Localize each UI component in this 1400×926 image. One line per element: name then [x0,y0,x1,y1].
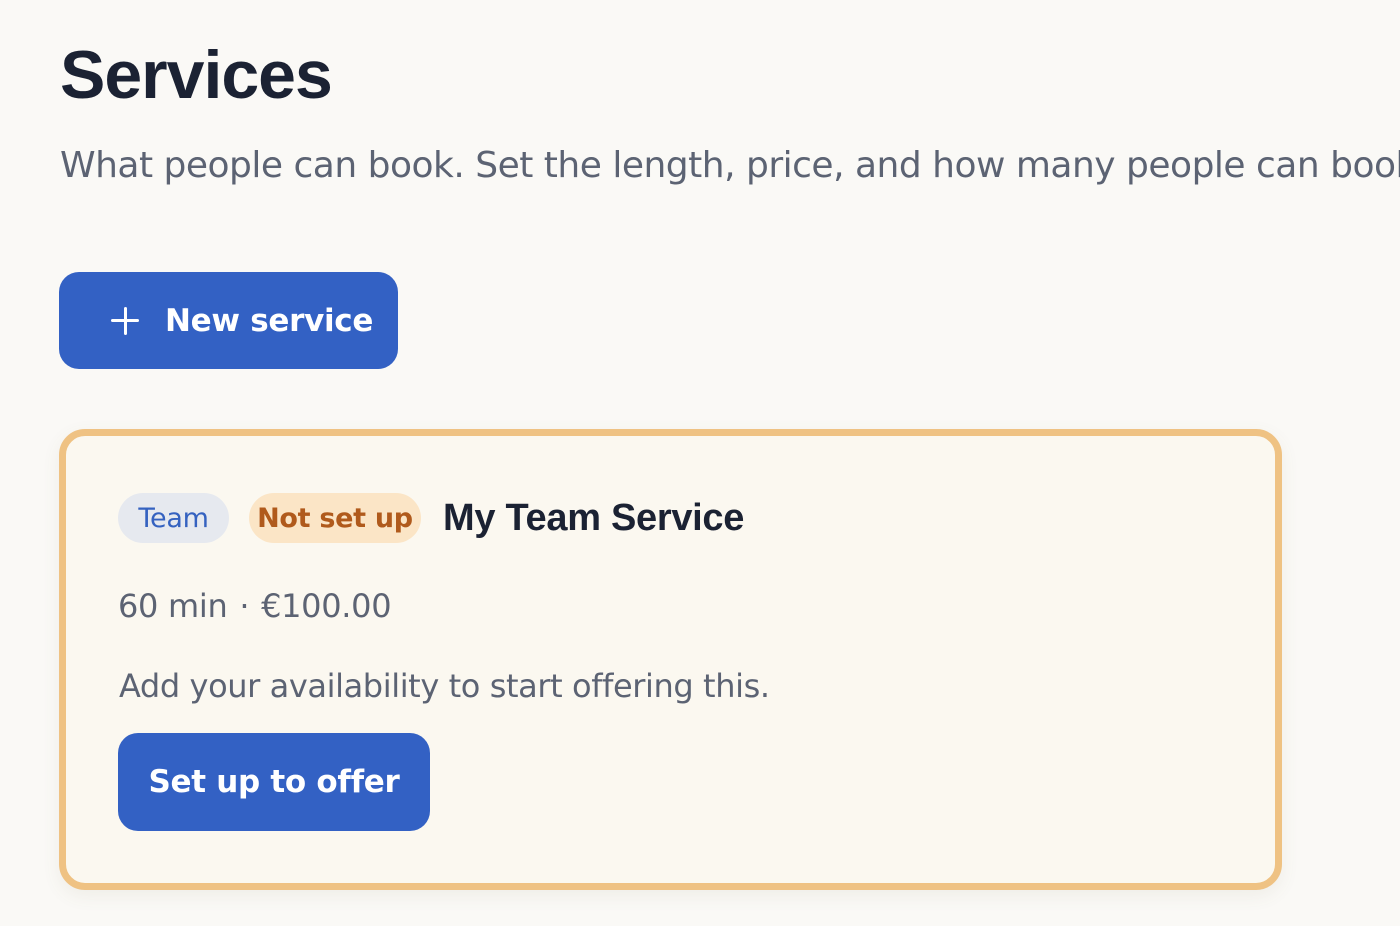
service-card: Team Not set up My Team Service 60 min ·… [59,429,1282,890]
meta-separator: · [239,587,250,625]
page-title: Services [60,37,333,113]
team-badge: Team [118,493,229,543]
page-subtitle: What people can book. Set the length, pr… [60,145,1400,186]
status-badge: Not set up [249,493,421,543]
service-duration: 60 min [118,587,228,625]
service-price: €100.00 [261,587,392,625]
new-service-label: New service [165,302,374,339]
service-card-header: Team Not set up My Team Service [118,492,744,544]
services-page: Services What people can book. Set the l… [0,0,1400,926]
service-hint: Add your availability to start offering … [119,667,770,705]
plus-icon [111,306,139,335]
service-name: My Team Service [443,496,745,539]
new-service-button[interactable]: New service [59,272,398,369]
set-up-to-offer-button[interactable]: Set up to offer [118,733,430,831]
service-meta: 60 min · €100.00 [118,586,392,626]
